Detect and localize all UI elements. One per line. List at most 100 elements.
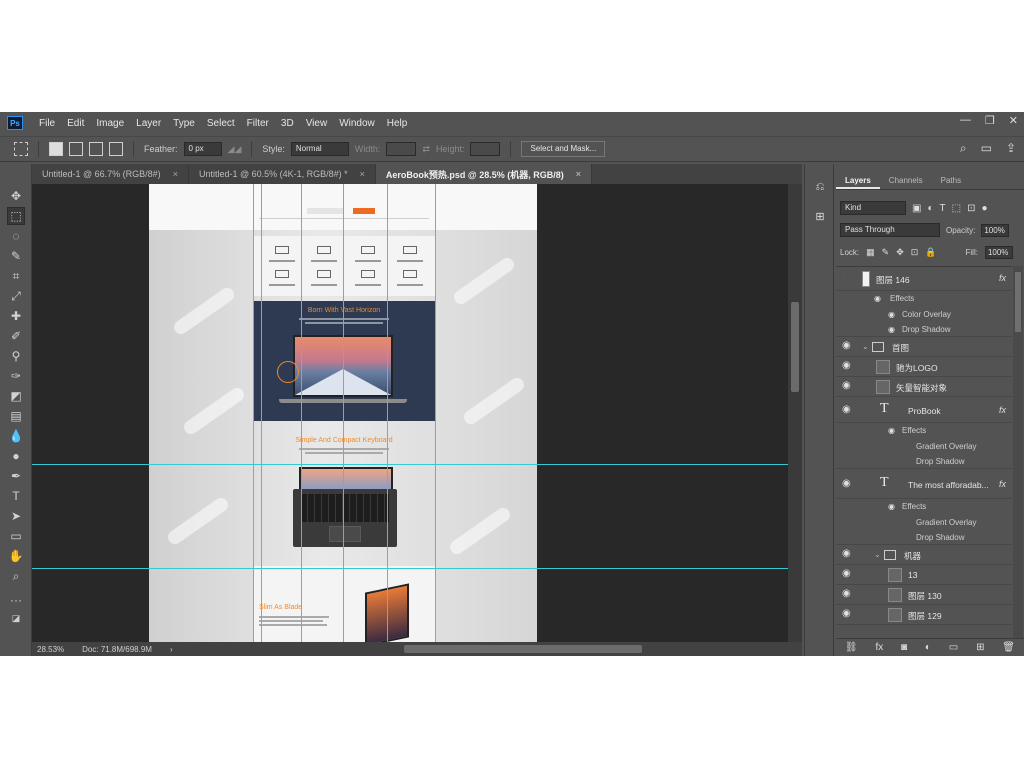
- zoom-level[interactable]: 28.53%: [37, 645, 64, 654]
- properties-panel-icon[interactable]: ⊞: [813, 210, 827, 224]
- menu-view[interactable]: View: [300, 118, 334, 129]
- canvas-area[interactable]: Born With Vast Horizon Simple And Compac…: [32, 184, 788, 642]
- tab-layers[interactable]: Layers: [836, 172, 880, 189]
- layer-name[interactable]: 矢量智能对象: [896, 382, 947, 394]
- style-select[interactable]: Normal: [290, 142, 349, 156]
- tab-close-icon[interactable]: ×: [576, 169, 581, 179]
- menu-help[interactable]: Help: [381, 118, 414, 129]
- effects-fx-icon[interactable]: fx: [999, 405, 1006, 415]
- visibility-icon[interactable]: ◉: [842, 405, 854, 415]
- eraser-tool-icon[interactable]: ◩: [8, 388, 24, 404]
- tab-close-icon[interactable]: ×: [360, 169, 365, 179]
- vertical-scroll-thumb[interactable]: [791, 302, 799, 392]
- layers-scroll-thumb[interactable]: [1015, 272, 1021, 332]
- layer-row[interactable]: ◉ 图层 130: [836, 585, 1012, 605]
- tab-channels[interactable]: Channels: [880, 172, 932, 189]
- brush-tool-icon[interactable]: ✐: [8, 328, 24, 344]
- visibility-icon[interactable]: ◉: [874, 294, 886, 304]
- document-canvas[interactable]: Born With Vast Horizon Simple And Compac…: [149, 184, 537, 642]
- intersect-selection-icon[interactable]: [109, 142, 123, 156]
- layer-name[interactable]: 图层 146: [876, 274, 910, 286]
- add-mask-icon[interactable]: ◙: [901, 642, 907, 653]
- visibility-icon[interactable]: ◉: [842, 479, 854, 489]
- fill-input[interactable]: 100%: [984, 245, 1013, 259]
- layer-name[interactable]: 驰为LOGO: [896, 362, 938, 374]
- visibility-icon[interactable]: ·: [842, 271, 854, 281]
- menu-edit[interactable]: Edit: [61, 118, 90, 129]
- select-and-mask-button[interactable]: Select and Mask...: [521, 141, 606, 157]
- effects-fx-icon[interactable]: fx: [999, 479, 1006, 489]
- link-layers-icon[interactable]: ⛓: [845, 642, 858, 653]
- marquee-preset-icon[interactable]: [14, 142, 28, 156]
- menu-select[interactable]: Select: [201, 118, 241, 129]
- history-panel-icon[interactable]: ⎌: [813, 180, 827, 194]
- default-colors-icon[interactable]: ◪: [8, 610, 24, 626]
- menu-type[interactable]: Type: [167, 118, 201, 129]
- path-select-tool-icon[interactable]: ➤: [8, 508, 24, 524]
- guide-line[interactable]: [261, 184, 262, 642]
- effects-row[interactable]: ◉ Effects: [836, 423, 1012, 439]
- layer-name[interactable]: ProBook: [908, 406, 941, 416]
- feather-input[interactable]: 0 px: [183, 142, 222, 156]
- kind-filter-select[interactable]: Kind: [840, 201, 906, 215]
- visibility-icon[interactable]: ◉: [888, 502, 900, 512]
- status-menu-arrow[interactable]: ›: [170, 645, 173, 654]
- zoom-tool-icon[interactable]: ⌕: [8, 568, 24, 584]
- guide-line[interactable]: [387, 184, 388, 642]
- new-group-icon[interactable]: ▭: [949, 642, 958, 653]
- effects-fx-icon[interactable]: fx: [999, 273, 1006, 283]
- marquee-tool-icon[interactable]: ⬚: [7, 207, 25, 225]
- menu-window[interactable]: Window: [333, 118, 381, 129]
- layer-row[interactable]: ◉ T ProBook fx: [836, 397, 1012, 423]
- healing-brush-tool-icon[interactable]: ✚: [8, 308, 24, 324]
- layer-row[interactable]: ◉ 13: [836, 565, 1012, 585]
- visibility-icon[interactable]: ◉: [888, 325, 900, 335]
- tab-untitled-1-b[interactable]: Untitled-1 @ 60.5% (4K-1, RGB/8#) * ×: [188, 164, 376, 184]
- guide-line[interactable]: [301, 184, 302, 642]
- quick-select-tool-icon[interactable]: ✎: [8, 248, 24, 264]
- tab-close-icon[interactable]: ×: [173, 169, 178, 179]
- opacity-input[interactable]: 100%: [981, 223, 1010, 237]
- gradient-tool-icon[interactable]: ▤: [8, 408, 24, 424]
- layer-row[interactable]: ◉ 驰为LOGO: [836, 357, 1012, 377]
- lock-all-icon[interactable]: 🔒: [925, 247, 936, 258]
- effect-row[interactable]: ◉ Drop Shadow: [836, 322, 1012, 337]
- adjustment-layer-icon[interactable]: ◐: [925, 642, 931, 653]
- guide-line[interactable]: [253, 184, 254, 642]
- visibility-icon[interactable]: ◉: [842, 381, 854, 391]
- collapse-chevron-icon[interactable]: ⌄: [862, 342, 869, 351]
- pen-tool-icon[interactable]: ✒: [8, 468, 24, 484]
- hand-tool-icon[interactable]: ✋: [8, 548, 24, 564]
- history-brush-tool-icon[interactable]: ✑: [8, 368, 24, 384]
- layer-row[interactable]: ◉ 矢量智能对象: [836, 377, 1012, 397]
- lock-transparent-icon[interactable]: ▦: [866, 247, 875, 258]
- effect-row[interactable]: Drop Shadow: [836, 454, 1012, 469]
- layer-name[interactable]: The most afforadab...: [908, 480, 989, 490]
- rectangle-tool-icon[interactable]: ▭: [8, 528, 24, 544]
- delete-layer-icon[interactable]: 🗑: [1002, 642, 1015, 653]
- menu-image[interactable]: Image: [90, 118, 130, 129]
- blend-mode-select[interactable]: Pass Through: [840, 223, 940, 237]
- search-icon[interactable]: ⌕: [960, 141, 967, 156]
- visibility-icon[interactable]: ◉: [842, 361, 854, 371]
- clone-stamp-tool-icon[interactable]: ⚲: [8, 348, 24, 364]
- effect-row[interactable]: ◉ Color Overlay: [836, 307, 1012, 322]
- lasso-tool-icon[interactable]: ◌: [8, 228, 24, 244]
- tab-aerobook[interactable]: AeroBook预热.psd @ 28.5% (机器, RGB/8) ×: [375, 164, 592, 184]
- add-selection-icon[interactable]: [69, 142, 83, 156]
- canvas-vertical-scrollbar[interactable]: [788, 184, 802, 642]
- layer-name[interactable]: 首图: [892, 342, 909, 354]
- visibility-icon[interactable]: ◉: [842, 569, 854, 579]
- blur-tool-icon[interactable]: 💧: [8, 428, 24, 444]
- workspace-icon[interactable]: ▭: [981, 141, 992, 156]
- layer-name[interactable]: 机器: [904, 550, 921, 562]
- smart-object-filter-icon[interactable]: ⊡: [967, 203, 975, 214]
- restore-icon[interactable]: ❐: [985, 114, 995, 127]
- new-layer-icon[interactable]: ⊞: [976, 642, 984, 653]
- guide-line[interactable]: [343, 184, 344, 642]
- layer-group-row[interactable]: ◉ ⌄ 首图: [836, 337, 1012, 357]
- layer-row[interactable]: ◉ 图层 129: [836, 605, 1012, 625]
- menu-filter[interactable]: Filter: [241, 118, 275, 129]
- effect-row[interactable]: Gradient Overlay: [836, 515, 1012, 530]
- layer-name[interactable]: 图层 129: [908, 610, 942, 622]
